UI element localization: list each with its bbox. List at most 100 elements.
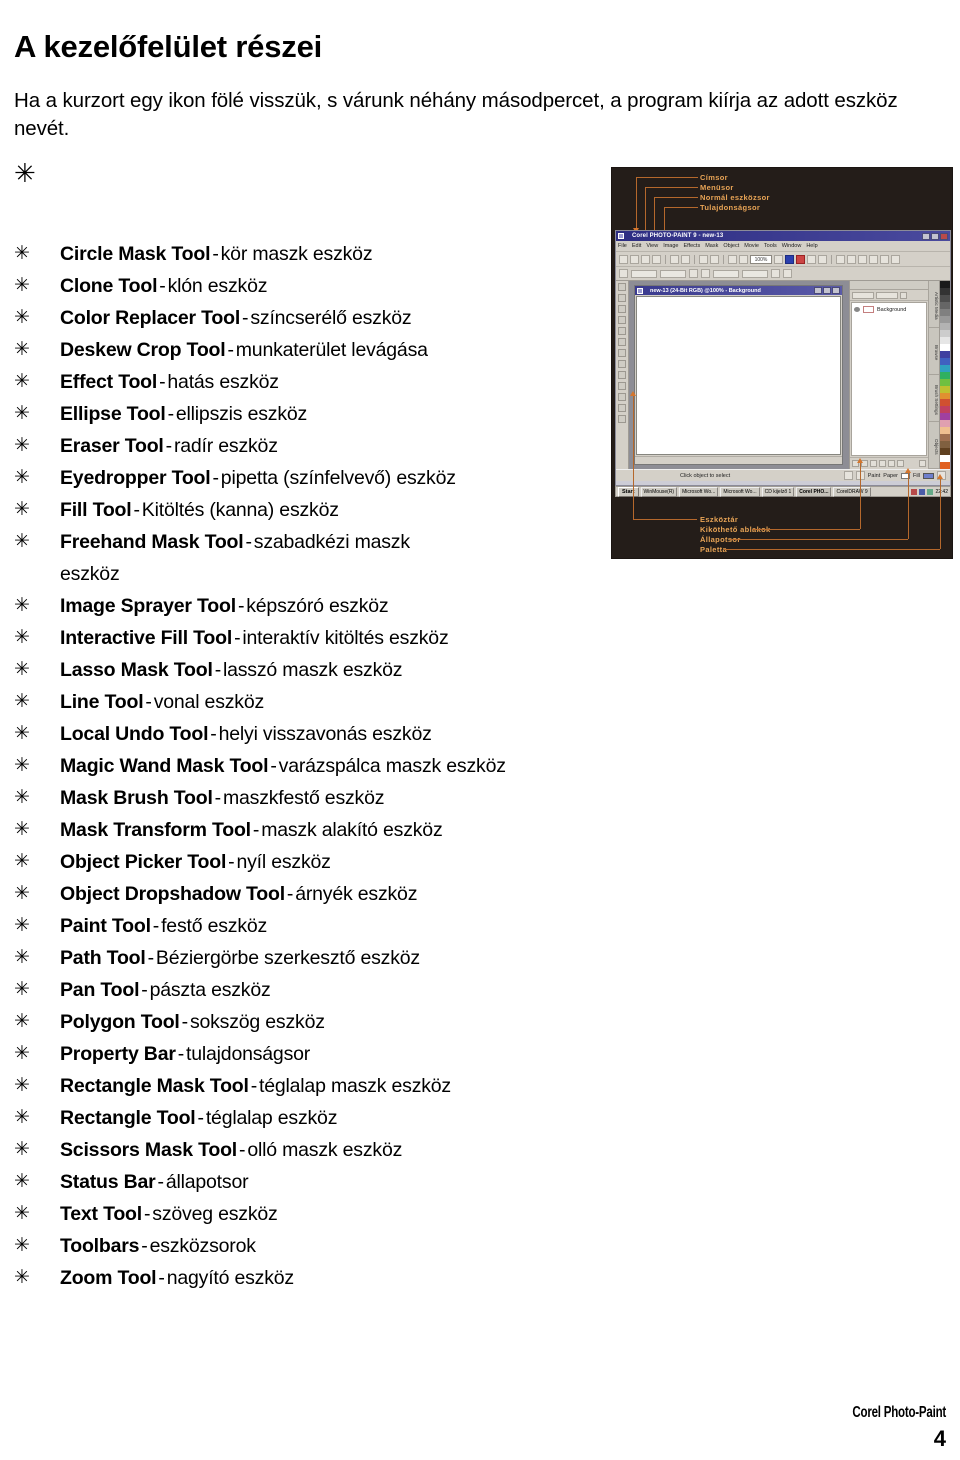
redo-button[interactable] [710,254,719,264]
color-swatch[interactable] [940,413,950,421]
color-palette[interactable] [939,281,950,470]
fullscreen-button[interactable] [774,254,783,264]
app-title-bar[interactable]: Corel PHOTO-PAINT 9 - new-13 [616,231,950,241]
menu-item-tools[interactable]: Tools [764,243,777,249]
copy-button[interactable] [670,254,679,264]
color-swatch[interactable] [940,301,950,309]
color-swatch[interactable] [940,371,950,379]
help-button[interactable] [818,254,827,264]
paint-tool-icon[interactable] [618,338,626,346]
corel-apps-button[interactable] [796,254,805,264]
delete-object-button[interactable] [919,460,926,467]
color-swatch[interactable] [940,406,950,414]
menu-item-image[interactable]: Image [663,243,678,249]
docker-tab-brush-settings[interactable]: Brush Settings [929,375,939,422]
object-list[interactable]: Background [851,302,927,456]
horizontal-scrollbar[interactable] [635,456,842,464]
create-mask-button[interactable] [888,460,895,467]
color-swatch[interactable] [940,350,950,358]
document-close-button[interactable] [832,287,840,294]
menu-item-edit[interactable]: Edit [632,243,641,249]
zoom-tool-icon[interactable] [618,327,626,335]
docker-menu-button[interactable] [900,291,907,299]
lock-transparency-button[interactable] [879,460,886,467]
clip-button[interactable] [891,254,900,264]
menu-item-movie[interactable]: Movie [744,243,759,249]
paste-button[interactable] [681,254,690,264]
clone-tool-icon[interactable] [618,349,626,357]
docker-tab-artistic-media[interactable]: Artistic Media [929,281,939,328]
tray-icon-2[interactable] [919,488,926,495]
mask-transform-tool-icon[interactable] [618,305,626,313]
docker-header[interactable] [850,281,928,290]
property-button-3[interactable] [771,269,780,278]
color-swatch[interactable] [940,427,950,435]
import-button[interactable] [728,254,737,264]
color-swatch[interactable] [940,336,950,344]
color-swatch[interactable] [940,357,950,365]
color-swatch[interactable] [940,322,950,330]
color-swatch[interactable] [940,441,950,449]
document-maximize-button[interactable] [823,287,831,294]
color-swatch[interactable] [940,315,950,323]
tray-icon-1[interactable] [911,488,918,495]
export-button[interactable] [739,254,748,264]
docker-tab-objects[interactable]: Objects [929,422,939,469]
tray-icon-3[interactable] [927,488,934,495]
toolbox[interactable] [616,281,629,469]
merge-mode-combo[interactable] [852,291,874,299]
save-button[interactable] [641,254,650,264]
color-swatch[interactable] [940,294,950,302]
property-button-2[interactable] [701,269,710,278]
fill-color-chip[interactable] [923,472,934,479]
color-swatch[interactable] [940,343,950,351]
menu-item-object[interactable]: Object [723,243,739,249]
color-swatch[interactable] [940,329,950,337]
close-button[interactable] [940,232,948,240]
app-menu-bar[interactable]: File Edit View Image Effects Mask Object Movie T… [616,241,950,252]
docker-toolbar[interactable] [850,290,928,301]
interactive-fill-tool-icon[interactable] [618,382,626,390]
taskbar-button[interactable]: Corel PHO... [796,486,832,497]
fill-tool-icon[interactable] [618,371,626,379]
color-swatch[interactable] [940,287,950,295]
app-standard-toolbar[interactable]: 100% [616,252,950,267]
group-button[interactable] [858,254,867,264]
rectangle-tool-icon[interactable] [618,360,626,368]
docker-tab-browse[interactable]: Browse [929,328,939,375]
maximize-button[interactable] [931,232,939,240]
color-swatch[interactable] [940,281,950,288]
system-tray[interactable]: 22:42 [908,488,948,495]
color-swatch[interactable] [940,308,950,316]
windows-taskbar[interactable]: Start WinMouse(R) Microsoft Wo... Microsof… [615,486,951,497]
taskbar-button[interactable]: WinMouse(R) [640,486,678,497]
property-field-4[interactable] [742,269,768,278]
object-picker-tool-icon[interactable] [618,283,626,291]
app-property-bar[interactable] [616,267,950,281]
text-tool-icon[interactable] [618,393,626,401]
new-button[interactable] [619,254,628,264]
info-button[interactable] [785,254,794,264]
property-field-3[interactable] [713,269,739,278]
menu-item-effects[interactable]: Effects [683,243,700,249]
pan-tool-icon[interactable] [618,415,626,423]
order-button[interactable] [847,254,856,264]
color-swatch[interactable] [940,420,950,428]
taskbar-button[interactable]: CorelDRAW 9 [833,486,871,497]
rectangle-mask-tool-icon[interactable] [618,294,626,302]
zoom-level-combo[interactable]: 100% [750,254,772,264]
start-button[interactable]: Start [618,486,639,497]
document-title-bar[interactable]: new-13 (24-Bit RGB) @100% - Background [635,286,842,295]
menu-item-mask[interactable]: Mask [705,243,718,249]
color-swatch[interactable] [940,455,950,463]
color-swatch[interactable] [940,399,950,407]
taskbar-button-group[interactable]: WinMouse(R) Microsoft Wo... Microsoft Wo..… [640,486,907,497]
window-buttons[interactable] [922,232,948,240]
image-canvas[interactable] [636,296,841,455]
duplicate-button[interactable] [869,254,878,264]
color-swatch[interactable] [940,448,950,456]
mask-button[interactable] [807,254,816,264]
align-button[interactable] [836,254,845,264]
menu-item-window[interactable]: Window [782,243,802,249]
color-swatch[interactable] [940,392,950,400]
